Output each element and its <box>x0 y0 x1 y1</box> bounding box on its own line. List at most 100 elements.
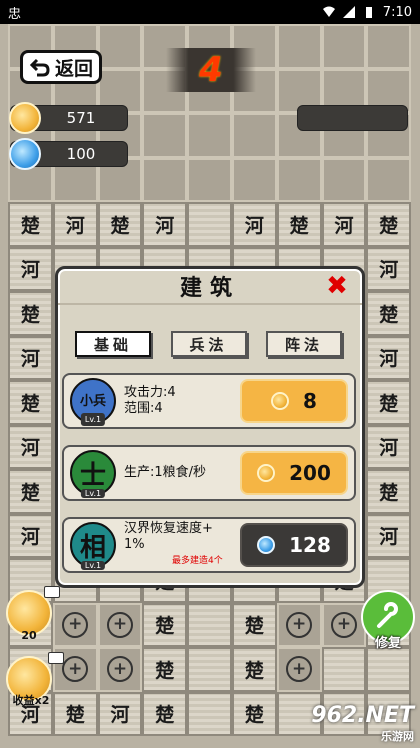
board-cell[interactable]: 河 <box>366 246 412 291</box>
board-cell[interactable] <box>231 157 277 202</box>
guard-badge-icon: 士 Lv.1 <box>70 450 116 498</box>
coins-bonus-button[interactable]: 20 <box>6 586 60 642</box>
tab-basic[interactable]: 基础 <box>75 331 151 357</box>
cost-button[interactable]: 8 <box>240 379 348 423</box>
board-cell[interactable]: 楚 <box>8 380 53 425</box>
board-cell[interactable]: 河 <box>366 424 412 469</box>
board-cell[interactable] <box>276 157 322 202</box>
board-cell[interactable] <box>142 157 188 202</box>
minister-badge-icon: 相 Lv.1 <box>70 522 116 570</box>
badge-text: 相 <box>79 532 106 563</box>
watermark-sub: 乐游网 <box>381 730 414 743</box>
board-cell[interactable] <box>366 24 412 69</box>
board-cell[interactable]: 河 <box>8 424 53 469</box>
coins-bonus-label: 20 <box>21 629 37 642</box>
board-cell[interactable] <box>276 24 322 69</box>
card-description: 汉界恢复速度+ 1% 最多建造4个 <box>124 521 244 569</box>
board-cell-empty-slot[interactable] <box>97 647 143 692</box>
income-double-label: 收益x2 <box>12 694 50 707</box>
board-cell-empty-slot[interactable] <box>276 602 322 647</box>
gold-coin-icon <box>257 464 276 482</box>
board-cell[interactable] <box>321 24 367 69</box>
board-cell[interactable]: 楚 <box>97 202 143 247</box>
tab-tactics[interactable]: 兵法 <box>170 331 247 357</box>
cost-button[interactable]: 128 <box>240 523 348 567</box>
cost-value: 8 <box>303 389 317 413</box>
board-cell[interactable]: 楚 <box>366 291 412 336</box>
board-cell[interactable]: 楚 <box>366 202 412 247</box>
board-cell[interactable]: 楚 <box>366 380 412 425</box>
board-cell[interactable] <box>187 113 232 158</box>
badge-text: 士 <box>79 460 106 491</box>
board-cell[interactable]: 河 <box>366 513 412 558</box>
board-cell-empty-slot[interactable] <box>52 602 98 647</box>
board-cell[interactable]: 楚 <box>8 202 53 247</box>
board-cell[interactable]: 河 <box>97 691 143 736</box>
desc-line1: 生产:1粮食/秒 <box>124 465 207 480</box>
soldier-badge-icon: 小兵 Lv.1 <box>70 378 116 426</box>
board-cell[interactable] <box>187 691 232 736</box>
signal-icon <box>342 6 355 18</box>
empty-resource-bar <box>297 105 408 131</box>
board-cell[interactable] <box>187 202 232 247</box>
desc-line2: 范围:4 <box>124 401 163 416</box>
back-button-label: 返回 <box>54 57 93 80</box>
desc-line2: 1% <box>124 537 145 552</box>
board-cell[interactable]: 河 <box>142 202 188 247</box>
repair-label: 修复 <box>374 636 401 651</box>
board-cell[interactable] <box>97 24 143 69</box>
board-cell[interactable]: 河 <box>8 335 53 380</box>
gold-value: 571 <box>66 109 96 127</box>
cost-button[interactable]: 200 <box>240 451 348 495</box>
board-cell[interactable]: 河 <box>52 202 98 247</box>
board-cell[interactable]: 楚 <box>276 202 322 247</box>
close-icon[interactable]: ✖ <box>324 273 350 299</box>
tab-formation[interactable]: 阵法 <box>266 331 342 357</box>
level-number: 4 <box>166 48 256 92</box>
board-cell[interactable]: 楚 <box>52 691 98 736</box>
income-double-button[interactable]: 收益x2 <box>6 652 64 708</box>
board-cell[interactable] <box>366 157 412 202</box>
board-cell-empty-slot[interactable] <box>97 602 143 647</box>
board-cell[interactable]: 楚 <box>142 691 188 736</box>
board-cell[interactable]: 河 <box>321 202 367 247</box>
board-cell-empty-slot[interactable] <box>276 647 322 692</box>
board-cell[interactable]: 楚 <box>366 469 412 514</box>
gold-coin-icon <box>9 102 41 134</box>
gem-counter: 100 <box>9 138 128 170</box>
build-card-soldier[interactable]: 小兵 Lv.1 攻击力:4 范围:4 8 <box>62 373 356 429</box>
board-cell[interactable] <box>321 157 367 202</box>
board-cell[interactable]: 楚 <box>142 647 188 692</box>
board-cell[interactable] <box>231 113 277 158</box>
board-cell-empty-slot[interactable] <box>321 602 367 647</box>
board-cell[interactable]: 河 <box>8 513 53 558</box>
board-cell[interactable]: 河 <box>366 335 412 380</box>
board-cell[interactable] <box>187 647 232 692</box>
board-cell[interactable]: 楚 <box>231 647 277 692</box>
status-bar: 忠 7:10 <box>0 0 420 24</box>
board-cell[interactable] <box>142 113 188 158</box>
build-card-minister[interactable]: 相 Lv.1 汉界恢复速度+ 1% 最多建造4个 128 <box>62 517 356 573</box>
board-cell[interactable]: 楚 <box>142 602 188 647</box>
board-cell[interactable] <box>321 647 367 692</box>
dialog-tabs: 基础 兵法 阵法 <box>58 305 362 357</box>
board-cell[interactable]: 河 <box>8 246 53 291</box>
board-cell[interactable]: 楚 <box>231 691 277 736</box>
watermark-main: 962.NET <box>311 703 414 728</box>
back-button[interactable]: 返回 <box>20 50 102 84</box>
board-cell[interactable]: 河 <box>231 202 277 247</box>
wifi-icon <box>322 6 335 17</box>
badge-level: Lv.1 <box>80 489 106 498</box>
build-dialog: 建筑 ✖ 基础 兵法 阵法 小兵 Lv.1 攻击力:4 范围:4 8 士 Lv.… <box>55 266 365 588</box>
board-cell[interactable] <box>187 602 232 647</box>
board-cell[interactable]: 楚 <box>231 602 277 647</box>
board-cell[interactable]: 楚 <box>8 469 53 514</box>
battery-icon <box>365 7 372 18</box>
badge-level: Lv.1 <box>80 413 106 426</box>
board-cell[interactable] <box>187 157 232 202</box>
wrench-icon <box>377 602 398 628</box>
cost-value: 128 <box>289 533 331 557</box>
board-cell[interactable]: 楚 <box>8 291 53 336</box>
build-card-guard[interactable]: 士 Lv.1 生产:1粮食/秒 200 <box>62 445 356 501</box>
repair-button[interactable]: 修复 <box>361 590 415 656</box>
